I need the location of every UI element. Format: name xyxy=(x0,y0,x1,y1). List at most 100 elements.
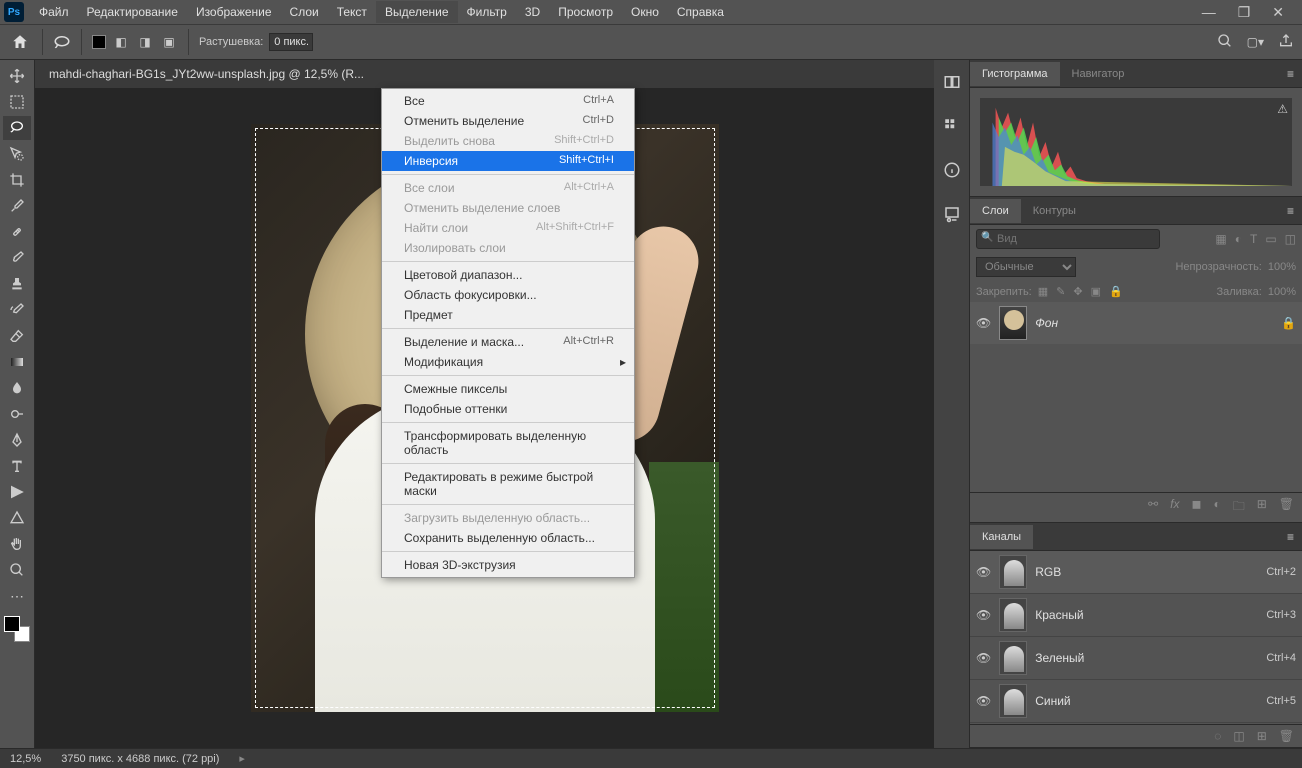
panel-menu-icon[interactable]: ≡ xyxy=(1279,530,1302,544)
share-icon[interactable] xyxy=(1278,33,1294,52)
color-dock-icon[interactable] xyxy=(940,70,964,94)
menu-item[interactable]: Цветовой диапазон... xyxy=(382,265,634,285)
crop-tool[interactable] xyxy=(3,168,31,192)
visibility-icon[interactable]: 👁 xyxy=(976,316,991,330)
adjustment-icon[interactable]: ◐ xyxy=(1213,497,1220,518)
layer-search[interactable] xyxy=(976,229,1160,249)
history-brush-tool[interactable] xyxy=(3,298,31,322)
restore-button[interactable]: ❐ xyxy=(1238,4,1251,21)
opacity-value[interactable]: 100% xyxy=(1268,261,1296,273)
menu-item[interactable]: Подобные оттенки xyxy=(382,399,634,419)
home-icon[interactable] xyxy=(8,30,32,54)
menu-item[interactable]: Выделение и маска...Alt+Ctrl+R xyxy=(382,332,634,352)
visibility-icon[interactable]: 👁 xyxy=(976,694,991,708)
menu-item[interactable]: ИнверсияShift+Ctrl+I xyxy=(382,151,634,171)
properties-dock-icon[interactable] xyxy=(940,202,964,226)
path-tool[interactable] xyxy=(3,480,31,504)
fx-icon[interactable]: fx xyxy=(1170,497,1179,518)
menu-item[interactable]: Редактировать в режиме быстрой маски xyxy=(382,467,634,501)
pen-tool[interactable] xyxy=(3,428,31,452)
tab-histogram[interactable]: Гистограмма xyxy=(970,62,1060,86)
blur-tool[interactable] xyxy=(3,376,31,400)
menu-4[interactable]: Текст xyxy=(328,1,376,23)
panel-menu-icon[interactable]: ≡ xyxy=(1279,204,1302,218)
lasso-tool[interactable] xyxy=(3,116,31,140)
color-swatches[interactable] xyxy=(4,616,30,642)
filter-smart-icon[interactable]: ◫ xyxy=(1285,232,1296,246)
lock-position-icon[interactable]: ✥ xyxy=(1073,285,1082,298)
tab-paths[interactable]: Контуры xyxy=(1021,199,1088,223)
text-tool[interactable] xyxy=(3,454,31,478)
minimize-button[interactable]: — xyxy=(1202,4,1216,21)
lock-all-icon[interactable]: 🔒 xyxy=(1109,285,1123,298)
menu-0[interactable]: Файл xyxy=(30,1,78,23)
layer-thumbnail[interactable] xyxy=(999,306,1027,340)
visibility-icon[interactable]: 👁 xyxy=(976,608,991,622)
lock-nested-icon[interactable]: ▣ xyxy=(1091,285,1101,298)
load-selection-icon[interactable]: ◌ xyxy=(1214,729,1221,743)
edit-toolbar[interactable]: ⋯ xyxy=(3,584,31,608)
menu-item[interactable]: Область фокусировки... xyxy=(382,285,634,305)
panel-menu-icon[interactable]: ≡ xyxy=(1279,67,1302,81)
menu-item[interactable]: Предмет xyxy=(382,305,634,325)
delete-icon[interactable]: 🗑 xyxy=(1279,497,1294,518)
menu-10[interactable]: Справка xyxy=(668,1,733,23)
dodge-tool[interactable] xyxy=(3,402,31,426)
save-selection-icon[interactable]: ◫ xyxy=(1233,729,1244,743)
filter-adjust-icon[interactable]: ◐ xyxy=(1235,232,1242,246)
eraser-tool[interactable] xyxy=(3,324,31,348)
group-icon[interactable]: 🗀 xyxy=(1233,497,1245,518)
selection-new-icon[interactable] xyxy=(92,35,106,49)
healing-tool[interactable] xyxy=(3,220,31,244)
filter-shape-icon[interactable]: ▭ xyxy=(1265,232,1276,246)
lock-icon[interactable]: 🔒 xyxy=(1281,316,1296,330)
link-icon[interactable]: ⚯ xyxy=(1148,497,1158,518)
search-icon[interactable] xyxy=(1217,33,1233,52)
info-dock-icon[interactable] xyxy=(940,158,964,182)
menu-item[interactable]: Трансформировать выделенную область xyxy=(382,426,634,460)
menu-2[interactable]: Изображение xyxy=(187,1,281,23)
lasso-tool-icon[interactable] xyxy=(53,33,71,51)
menu-5[interactable]: Выделение xyxy=(376,1,458,23)
hand-tool[interactable] xyxy=(3,532,31,556)
menu-item[interactable]: Отменить выделениеCtrl+D xyxy=(382,111,634,131)
zoom-level[interactable]: 12,5% xyxy=(10,753,41,765)
swatches-dock-icon[interactable] xyxy=(940,114,964,138)
document-tab[interactable]: mahdi-chaghari-BG1s_JYt2ww-unsplash.jpg … xyxy=(35,60,934,88)
menu-item[interactable]: Модификация xyxy=(382,352,634,372)
tab-navigator[interactable]: Навигатор xyxy=(1060,62,1137,86)
lock-image-icon[interactable]: ✎ xyxy=(1056,285,1065,298)
channel-row[interactable]: 👁СинийCtrl+5 xyxy=(970,680,1302,723)
menu-1[interactable]: Редактирование xyxy=(78,1,187,23)
selection-add-icon[interactable]: ◧ xyxy=(112,33,130,51)
gradient-tool[interactable] xyxy=(3,350,31,374)
zoom-tool[interactable] xyxy=(3,558,31,582)
menu-item[interactable]: Смежные пикселы xyxy=(382,379,634,399)
tab-layers[interactable]: Слои xyxy=(970,199,1021,223)
feather-input[interactable] xyxy=(269,33,313,51)
selection-intersect-icon[interactable]: ▣ xyxy=(160,33,178,51)
layer-name[interactable]: Фон xyxy=(1035,316,1058,330)
canvas-viewport[interactable]: ВсеCtrl+AОтменить выделениеCtrl+DВыделит… xyxy=(35,88,934,748)
layer-row[interactable]: 👁 Фон 🔒 xyxy=(970,302,1302,344)
menu-item[interactable]: Новая 3D-экструзия xyxy=(382,555,634,575)
new-channel-icon[interactable]: ⊞ xyxy=(1257,729,1267,743)
channel-row[interactable]: 👁ЗеленыйCtrl+4 xyxy=(970,637,1302,680)
workspace-icon[interactable]: ▢▾ xyxy=(1247,35,1264,49)
filter-pixel-icon[interactable]: ▦ xyxy=(1215,232,1226,246)
menu-7[interactable]: 3D xyxy=(516,1,549,23)
visibility-icon[interactable]: 👁 xyxy=(976,651,991,665)
menu-6[interactable]: Фильтр xyxy=(458,1,516,23)
shape-tool[interactable] xyxy=(3,506,31,530)
menu-8[interactable]: Просмотр xyxy=(549,1,622,23)
selection-subtract-icon[interactable]: ◨ xyxy=(136,33,154,51)
tab-channels[interactable]: Каналы xyxy=(970,525,1033,549)
mask-icon[interactable]: ◼ xyxy=(1191,497,1201,518)
marquee-tool[interactable] xyxy=(3,90,31,114)
menu-item[interactable]: ВсеCtrl+A xyxy=(382,91,634,111)
menu-9[interactable]: Окно xyxy=(622,1,668,23)
menu-item[interactable]: Сохранить выделенную область... xyxy=(382,528,634,548)
menu-3[interactable]: Слои xyxy=(281,1,328,23)
channel-row[interactable]: 👁RGBCtrl+2 xyxy=(970,551,1302,594)
close-button[interactable]: ✕ xyxy=(1272,4,1284,21)
